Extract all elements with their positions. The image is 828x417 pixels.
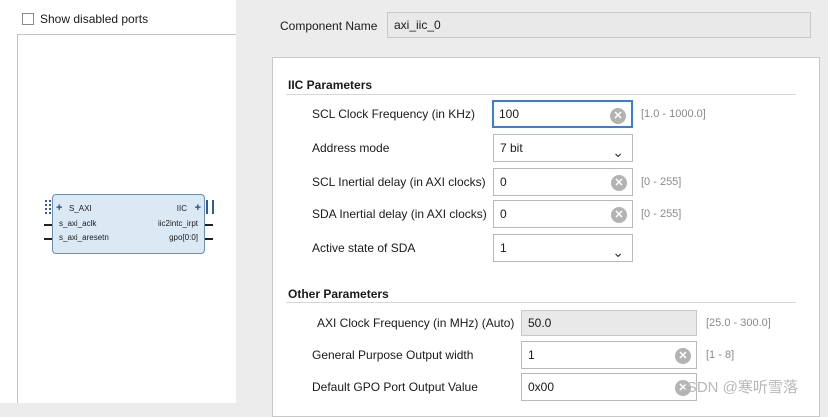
default-gpo-value-input[interactable]: 0x00 ✕ xyxy=(521,373,697,401)
clear-x-icon[interactable]: ✕ xyxy=(610,108,626,124)
sda-inertial-delay-label: SDA Inertial delay (in AXI clocks) xyxy=(312,207,487,221)
clear-x-icon[interactable]: ✕ xyxy=(675,348,691,364)
port-iic2intc-irpt: iic2intc_irpt xyxy=(157,219,198,228)
clear-x-icon[interactable]: ✕ xyxy=(611,207,627,223)
scl-clock-frequency-input[interactable]: 100 ✕ xyxy=(492,100,633,128)
scl-clock-frequency-label: SCL Clock Frequency (in KHz) xyxy=(312,107,475,121)
default-gpo-value-label: Default GPO Port Output Value xyxy=(312,380,478,394)
port-s-axi: S_AXI xyxy=(69,204,92,213)
sda-inertial-delay-input[interactable]: 0 ✕ xyxy=(493,200,633,228)
scl-clock-frequency-range: [1.0 - 1000.0] xyxy=(641,108,706,120)
show-disabled-ports-label: Show disabled ports xyxy=(40,12,149,26)
address-mode-select[interactable]: 7 bit ⌄ xyxy=(493,134,633,162)
axi-clock-frequency-value: 50.0 xyxy=(528,316,552,330)
active-state-sda-label: Active state of SDA xyxy=(312,241,416,255)
iic-parameters-title: IIC Parameters xyxy=(288,78,373,92)
gpo-width-range: [1 - 8] xyxy=(706,349,735,361)
port-s-axi-aresetn: s_axi_aresetn xyxy=(59,233,109,242)
gpo-width-input[interactable]: 1 ✕ xyxy=(521,341,697,369)
address-mode-label: Address mode xyxy=(312,141,390,155)
iic-parameters-divider xyxy=(286,94,796,95)
other-parameters-divider xyxy=(286,302,796,303)
csdn-watermark: CSDN @寒听雪落 xyxy=(676,379,798,396)
default-gpo-value-value: 0x00 xyxy=(528,380,555,394)
iic-bus-interface-icon xyxy=(206,200,214,214)
chevron-down-icon: ⌄ xyxy=(612,244,624,260)
scl-inertial-delay-input[interactable]: 0 ✕ xyxy=(493,168,633,196)
show-disabled-ports-checkbox[interactable] xyxy=(22,13,34,25)
sda-inertial-delay-value: 0 xyxy=(500,207,507,221)
pin-s-axi-aclk xyxy=(44,224,52,226)
address-mode-value: 7 bit xyxy=(500,141,523,155)
pin-gpo xyxy=(205,238,213,240)
active-state-sda-value: 1 xyxy=(500,241,507,255)
ip-block-symbol[interactable]: + S_AXI s_axi_aclk s_axi_aresetn IIC + i… xyxy=(52,194,205,254)
pin-iic2intc-irpt xyxy=(205,224,213,226)
port-iic: IIC xyxy=(176,204,187,213)
clear-x-icon[interactable]: ✕ xyxy=(611,175,627,191)
active-state-sda-select[interactable]: 1 ⌄ xyxy=(493,234,633,262)
scl-inertial-delay-range: [0 - 255] xyxy=(641,176,682,188)
gpo-width-label: General Purpose Output width xyxy=(312,348,474,362)
chevron-down-icon: ⌄ xyxy=(612,144,624,160)
scl-clock-frequency-value: 100 xyxy=(499,107,520,121)
axi-clock-frequency-input: 50.0 xyxy=(521,310,697,336)
show-disabled-ports-option[interactable]: Show disabled ports xyxy=(22,12,148,26)
axi-clock-frequency-label: AXI Clock Frequency (in MHz) (Auto) xyxy=(317,316,515,330)
scl-inertial-delay-label: SCL Inertial delay (in AXI clocks) xyxy=(312,175,486,189)
port-gpo: gpo[0:0] xyxy=(169,233,198,242)
s-axi-bus-interface-icon xyxy=(45,200,51,214)
component-name-label: Component Name xyxy=(280,19,378,33)
left-toolbar: Show disabled ports xyxy=(0,0,236,34)
sda-inertial-delay-range: [0 - 255] xyxy=(641,208,682,220)
component-name-input[interactable]: axi_iic_0 xyxy=(387,12,811,38)
s-axi-expand-plus-icon[interactable]: + xyxy=(56,202,62,214)
other-parameters-title: Other Parameters xyxy=(288,287,389,301)
scl-inertial-delay-value: 0 xyxy=(500,175,507,189)
gpo-width-value: 1 xyxy=(528,348,535,362)
port-s-axi-aclk: s_axi_aclk xyxy=(59,219,97,228)
pin-s-axi-aresetn xyxy=(44,238,52,240)
iic-expand-plus-icon[interactable]: + xyxy=(195,202,201,214)
axi-clock-frequency-range: [25.0 - 300.0] xyxy=(706,317,771,329)
